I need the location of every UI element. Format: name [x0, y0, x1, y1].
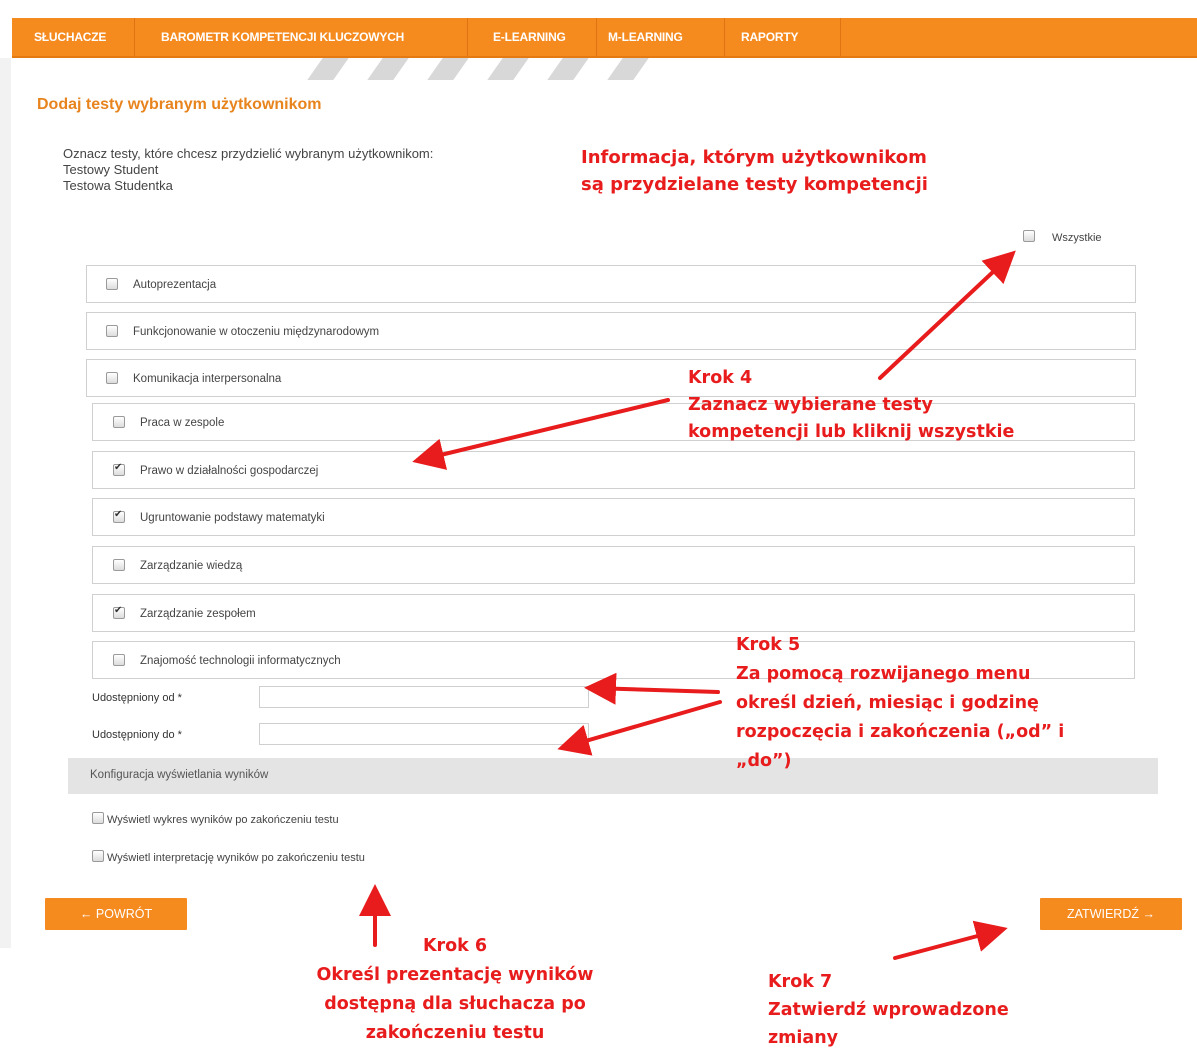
- nav-raporty[interactable]: RAPORTY: [741, 18, 798, 56]
- test-checkbox[interactable]: [106, 278, 118, 290]
- test-row[interactable]: Prawo w działalności gospodarczej: [92, 451, 1135, 489]
- show-chart-label: Wyświetl wykres wyników po zakończeniu t…: [107, 814, 339, 826]
- test-row[interactable]: Zarządzanie wiedzą: [92, 546, 1135, 584]
- test-checkbox[interactable]: [113, 605, 125, 619]
- page-title: Dodaj testy wybranym użytkownikom: [37, 96, 322, 113]
- results-config-title: Konfiguracja wyświetlania wyników: [90, 769, 269, 781]
- shared-from-input[interactable]: [259, 686, 589, 708]
- nav-m-learning[interactable]: M-LEARNING: [608, 18, 683, 56]
- test-label: Praca w zespole: [140, 417, 225, 429]
- back-button[interactable]: ← POWRÓT: [45, 898, 187, 930]
- nav-decoration-stripes: [290, 58, 680, 80]
- arrow-to-confirm: [893, 920, 1008, 960]
- select-all-checkbox[interactable]: [1023, 230, 1035, 242]
- show-interpretation-label: Wyświetl interpretację wyników po zakońc…: [107, 852, 365, 864]
- show-interpretation-checkbox[interactable]: [92, 850, 104, 862]
- test-label: Zarządzanie wiedzą: [140, 560, 243, 572]
- annotation-step-7: Krok 7 Zatwierdź wprowadzone zmiany: [768, 972, 1009, 1048]
- annotation-step-4: Krok 4 Zaznacz wybierane testy kompetenc…: [688, 368, 1015, 442]
- description-prompt: Oznacz testy, które chcesz przydzielić w…: [63, 146, 434, 161]
- test-label: Autoprezentacja: [133, 279, 217, 291]
- confirm-button[interactable]: ZATWIERDŹ →: [1040, 898, 1182, 930]
- shared-to-label: Udostępniony do *: [92, 729, 182, 741]
- annotation-step-6: Krok 6 Określ prezentację wyników dostęp…: [316, 936, 594, 1043]
- show-chart-checkbox[interactable]: [92, 812, 104, 824]
- nav-separator: [467, 18, 468, 56]
- nav-e-learning[interactable]: E-LEARNING: [493, 18, 566, 56]
- test-label: Prawo w działalności gospodarczej: [140, 465, 319, 477]
- test-checkbox[interactable]: [113, 416, 125, 428]
- test-row[interactable]: Autoprezentacja: [86, 265, 1136, 303]
- test-checkbox[interactable]: [113, 654, 125, 666]
- test-label: Komunikacja interpersonalna: [133, 373, 282, 385]
- test-row[interactable]: Funkcjonowanie w otoczeniu międzynarodow…: [86, 312, 1136, 350]
- nav-separator: [840, 18, 841, 56]
- nav-separator: [596, 18, 597, 56]
- shared-from-label: Udostępniony od *: [92, 692, 182, 704]
- test-checkbox[interactable]: [113, 559, 125, 571]
- select-all-label: Wszystkie: [1052, 232, 1102, 244]
- test-checkbox[interactable]: [106, 372, 118, 384]
- nav-separator: [134, 18, 135, 56]
- assignment-description: Oznacz testy, które chcesz przydzielić w…: [63, 146, 433, 194]
- shared-to-input[interactable]: [259, 723, 589, 745]
- nav-barometr[interactable]: BAROMETR KOMPETENCJI KLUCZOWYCH: [161, 18, 404, 56]
- test-row[interactable]: Ugruntowanie podstawy matematyki: [92, 498, 1135, 536]
- selected-user: Testowa Studentka: [63, 178, 173, 193]
- arrow-to-from-field: [584, 672, 720, 705]
- test-label: Zarządzanie zespołem: [140, 608, 256, 620]
- left-sidebar-edge: [0, 58, 11, 948]
- test-checkbox[interactable]: [113, 462, 125, 476]
- test-label: Znajomość technologii informatycznych: [140, 655, 341, 667]
- test-checkbox[interactable]: [113, 509, 125, 523]
- annotation-step-5: Krok 5 Za pomocą rozwijanego menu określ…: [736, 635, 1065, 771]
- annotation-info: Informacja, którym użytkownikom są przyd…: [581, 147, 928, 195]
- test-label: Funkcjonowanie w otoczeniu międzynarodow…: [133, 326, 380, 338]
- selected-user: Testowy Student: [63, 162, 159, 177]
- test-row[interactable]: Zarządzanie zespołem: [92, 594, 1135, 632]
- test-label: Ugruntowanie podstawy matematyki: [140, 512, 325, 524]
- nav-separator: [724, 18, 725, 56]
- nav-sluchacze[interactable]: SŁUCHACZE: [34, 18, 106, 56]
- top-navigation: SŁUCHACZE BAROMETR KOMPETENCJI KLUCZOWYC…: [12, 18, 1197, 58]
- test-checkbox[interactable]: [106, 325, 118, 337]
